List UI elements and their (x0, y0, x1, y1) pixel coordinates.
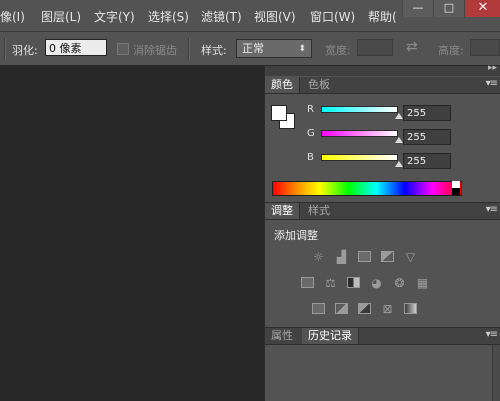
history-panel: 属性 历史记录 ▾≡ (265, 327, 500, 401)
height-input[interactable] (470, 39, 500, 56)
swap-icon[interactable]: ⇄ (406, 39, 418, 55)
color-balance-icon[interactable]: ⚖ (323, 277, 338, 290)
channel-r-label: R (307, 104, 314, 115)
exposure-icon[interactable] (380, 251, 395, 264)
foreground-color-swatch[interactable] (271, 105, 287, 121)
dock-header: ▸▸ (265, 63, 500, 76)
gradient-map-icon[interactable] (403, 303, 418, 316)
spectrum-ramp[interactable] (272, 181, 462, 196)
levels-icon[interactable]: ▟ (334, 251, 349, 264)
posterize-icon[interactable] (334, 303, 349, 316)
curves-icon[interactable] (357, 251, 372, 264)
adjustments-panel-tabs: 调整 样式 ▾≡ (265, 203, 500, 220)
channel-g-thumb[interactable] (395, 137, 403, 143)
style-select[interactable]: 正常 ⬍ (236, 39, 312, 58)
width-label: 宽度: (325, 44, 351, 57)
menu-layer[interactable]: 图层(L) (41, 8, 81, 25)
channel-b-slider[interactable] (321, 154, 398, 161)
antialias-label: 消除锯齿 (133, 44, 177, 57)
feather-label: 羽化: (12, 44, 38, 57)
channel-mixer-icon[interactable]: ❂ (392, 277, 407, 290)
separator (4, 38, 6, 59)
panel-menu-icon[interactable]: ▾≡ (486, 204, 498, 215)
tab-history[interactable]: 历史记录 (302, 328, 359, 344)
menu-help[interactable]: 帮助( (368, 8, 397, 25)
tab-properties[interactable]: 属性 (265, 328, 299, 344)
menu-window[interactable]: 窗口(W) (310, 8, 355, 25)
threshold-icon[interactable] (357, 303, 372, 316)
menu-select[interactable]: 选择(S) (148, 8, 189, 25)
channel-b-value[interactable]: 255 (403, 153, 451, 169)
channel-b-label: B (307, 152, 314, 163)
history-scrollbar[interactable] (492, 345, 500, 401)
history-panel-tabs: 属性 历史记录 ▾≡ (265, 328, 500, 345)
style-label: 样式: (201, 44, 227, 57)
color-lookup-icon[interactable]: ▦ (415, 277, 430, 290)
channel-g-label: G (307, 128, 315, 139)
adjustments-panel: 调整 样式 ▾≡ 添加调整 ☼ ▟ ▽ ⚖ ◕ ❂ ▦ ⊠ (265, 202, 500, 325)
channel-r-thumb[interactable] (395, 113, 403, 119)
tab-adjustments[interactable]: 调整 (265, 203, 300, 219)
vibrance-icon[interactable]: ▽ (403, 251, 418, 264)
invert-icon[interactable] (311, 303, 326, 316)
menu-filter[interactable]: 滤镜(T) (201, 8, 242, 25)
channel-g-value[interactable]: 255 (403, 129, 451, 145)
add-adjustment-title: 添加调整 (274, 229, 318, 242)
color-panel: 颜色 色板 ▾≡ R 255 G 255 B 255 (265, 77, 500, 198)
hue-saturation-icon[interactable] (300, 277, 315, 290)
tab-color[interactable]: 颜色 (265, 77, 300, 93)
panel-dock: ▸▸ 颜色 色板 ▾≡ R 255 G 255 B 255 调整 样式 ▾≡ 添… (264, 63, 500, 401)
selective-color-icon[interactable]: ⊠ (380, 303, 395, 316)
antialias-checkbox[interactable] (117, 43, 129, 55)
white-swatch[interactable] (452, 181, 460, 188)
tab-swatches[interactable]: 色板 (302, 77, 336, 93)
minimize-button[interactable]: — (402, 0, 433, 17)
menu-bar: 像(I) 图层(L) 文字(Y) 选择(S) 滤镜(T) 视图(V) 窗口(W)… (0, 0, 500, 32)
photo-filter-icon[interactable]: ◕ (369, 277, 384, 290)
separator (188, 38, 190, 59)
collapse-dock-icon[interactable]: ▸▸ (488, 63, 497, 73)
color-panel-tabs: 颜色 色板 ▾≡ (265, 77, 500, 94)
black-swatch[interactable] (452, 188, 460, 195)
width-input[interactable] (357, 39, 393, 56)
tab-styles[interactable]: 样式 (302, 203, 336, 219)
menu-view[interactable]: 视图(V) (254, 8, 296, 25)
panel-menu-icon[interactable]: ▾≡ (486, 78, 498, 89)
channel-g-slider[interactable] (321, 130, 398, 137)
black-white-icon[interactable] (346, 277, 361, 290)
menu-type[interactable]: 文字(Y) (94, 8, 135, 25)
brightness-icon[interactable]: ☼ (311, 251, 326, 264)
feather-input[interactable]: 0 像素 (45, 39, 107, 56)
style-select-value: 正常 (242, 42, 264, 55)
channel-r-value[interactable]: 255 (403, 105, 451, 121)
maximize-button[interactable]: □ (433, 0, 464, 17)
channel-b-thumb[interactable] (395, 161, 403, 167)
menu-image[interactable]: 像(I) (0, 8, 25, 25)
channel-r-slider[interactable] (321, 106, 398, 113)
options-bar: 羽化: 0 像素 消除锯齿 样式: 正常 ⬍ 宽度: ⇄ 高度: (0, 32, 500, 66)
updown-arrow-icon: ⬍ (298, 44, 306, 54)
height-label: 高度: (438, 44, 464, 57)
canvas-area[interactable] (0, 66, 264, 400)
close-button[interactable]: ✕ (464, 0, 500, 17)
panel-menu-icon[interactable]: ▾≡ (486, 329, 498, 340)
